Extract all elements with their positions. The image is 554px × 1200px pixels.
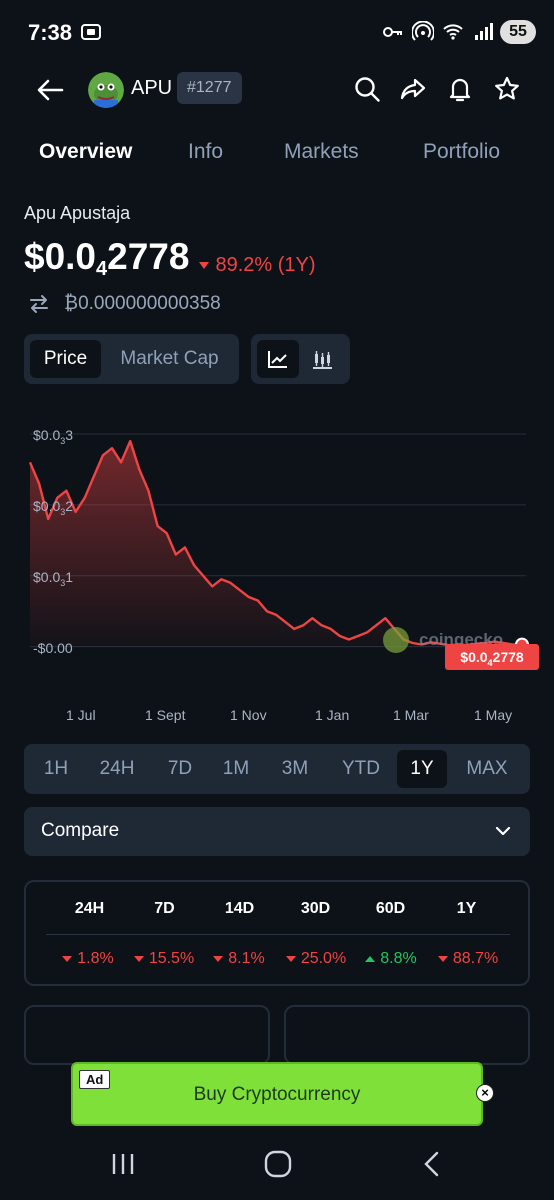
x-tick-label: 1 Jul — [66, 707, 96, 723]
coingecko-logo-icon — [383, 627, 409, 653]
performance-table: 24H 7D 14D 30D 60D 1Y 1.8% 15.5% 8.1% 25… — [24, 880, 530, 986]
price-area — [30, 441, 522, 648]
perf-value: 15.5% — [124, 950, 204, 968]
perf-value: 25.0% — [276, 950, 356, 968]
range-7d[interactable]: 7D — [158, 750, 202, 788]
x-tick-label: 1 Nov — [230, 707, 267, 723]
perf-value: 8.8% — [351, 950, 431, 968]
stat-card-right[interactable] — [284, 1005, 530, 1065]
down-triangle-icon — [133, 956, 144, 962]
status-icons — [382, 21, 494, 43]
chart-type-toggle — [251, 334, 350, 384]
recent-apps-icon[interactable] — [103, 1148, 143, 1180]
swap-icon — [30, 295, 48, 313]
ad-text: Buy Cryptocurrency — [193, 1084, 361, 1105]
down-triangle-icon — [199, 262, 210, 269]
signal-icon — [475, 23, 493, 40]
range-ytd[interactable]: YTD — [332, 750, 390, 788]
down-triangle-icon — [285, 956, 296, 962]
range-1m[interactable]: 1M — [214, 750, 258, 788]
y-tick-label: $0.031 — [33, 569, 74, 588]
perf-header: 14D — [224, 900, 255, 917]
range-1h[interactable]: 1H — [32, 750, 80, 788]
range-1y[interactable]: 1Y — [397, 750, 447, 788]
down-triangle-icon — [213, 956, 224, 962]
tab-portfolio[interactable]: Portfolio — [423, 140, 500, 164]
back-arrow-icon[interactable] — [32, 72, 68, 108]
y-tick-label: $0.033 — [33, 427, 74, 446]
wifi-icon — [443, 24, 463, 40]
ad-banner[interactable]: Ad Buy Cryptocurrency — [71, 1062, 483, 1126]
compare-label: Compare — [41, 820, 120, 841]
btc-price-row[interactable]: ₿0.000000000358 — [28, 292, 221, 316]
perf-value: 8.1% — [199, 950, 279, 968]
btc-price: ₿0.000000000358 — [64, 293, 221, 314]
x-tick-label: 1 Mar — [393, 707, 429, 723]
down-triangle-icon — [437, 956, 448, 962]
up-triangle-icon — [365, 956, 376, 962]
compare-dropdown[interactable]: Compare — [24, 807, 530, 856]
candlestick-chart-icon — [313, 351, 332, 369]
status-bar: 7:38 55 — [0, 0, 554, 64]
search-icon[interactable] — [352, 74, 382, 104]
perf-header: 7D — [154, 900, 175, 917]
price-chart[interactable]: $0.033 $0.032 $0.031 -$0.00 coingecko $0… — [0, 420, 554, 723]
tab-info[interactable]: Info — [188, 140, 223, 164]
coin-symbol: APU — [131, 77, 173, 99]
current-price: $0.042778 — [24, 236, 190, 280]
key-icon — [383, 27, 402, 37]
perf-header: 60D — [375, 900, 406, 917]
line-chart-icon — [268, 351, 287, 368]
range-3m[interactable]: 3M — [273, 750, 317, 788]
back-icon[interactable] — [413, 1148, 453, 1180]
x-tick-label: 1 Sept — [145, 707, 186, 723]
perf-header: 24H — [74, 900, 105, 917]
coin-header: APU #1277 — [0, 66, 554, 112]
tab-markets[interactable]: Markets — [284, 140, 359, 164]
perf-value: 88.7% — [428, 950, 508, 968]
star-icon[interactable] — [492, 74, 522, 104]
share-icon[interactable] — [398, 74, 428, 104]
range-max[interactable]: MAX — [458, 750, 516, 788]
bell-icon[interactable] — [445, 74, 475, 104]
line-chart-button[interactable] — [257, 340, 299, 378]
x-tick-label: 1 Jan — [315, 707, 350, 723]
system-nav-bar — [0, 1128, 554, 1200]
screenshot-icon — [81, 24, 101, 40]
chart-metric-toggle: Price Market Cap — [24, 334, 239, 384]
price-toggle[interactable]: Price — [30, 340, 101, 378]
price-chart-svg — [28, 433, 529, 652]
candlestick-chart-button[interactable] — [301, 340, 343, 378]
price-row: $0.042778 89.2% (1Y) — [24, 236, 316, 282]
tab-bar: Overview Info Markets Portfolio — [0, 140, 554, 172]
down-triangle-icon — [62, 956, 73, 962]
price-change: 89.2% (1Y) — [199, 254, 316, 277]
coin-logo-icon — [88, 72, 124, 108]
market-cap-toggle[interactable]: Market Cap — [107, 340, 232, 378]
coin-name: Apu Apustaja — [24, 203, 131, 223]
y-tick-label: $0.032 — [33, 498, 74, 517]
perf-header: 1Y — [456, 900, 477, 917]
rank-badge: #1277 — [177, 72, 242, 104]
divider — [46, 934, 510, 935]
x-tick-label: 1 May — [474, 707, 513, 723]
perf-value: 1.8% — [48, 950, 128, 968]
home-icon[interactable] — [258, 1148, 298, 1180]
y-tick-label: -$0.00 — [33, 640, 73, 656]
chevron-down-icon — [495, 826, 511, 836]
ad-close-button[interactable]: × — [476, 1084, 494, 1102]
stat-card-left[interactable] — [24, 1005, 270, 1065]
time-range-selector: 1H 24H 7D 1M 3M YTD 1Y MAX — [24, 744, 530, 794]
current-price-tag: $0.042778 — [445, 644, 539, 670]
battery-indicator: 55 — [500, 20, 536, 44]
status-time: 7:38 — [28, 20, 73, 45]
range-24h[interactable]: 24H — [90, 750, 144, 788]
tab-overview[interactable]: Overview — [39, 140, 132, 164]
hotspot-icon — [412, 21, 434, 41]
perf-header: 30D — [300, 900, 331, 917]
